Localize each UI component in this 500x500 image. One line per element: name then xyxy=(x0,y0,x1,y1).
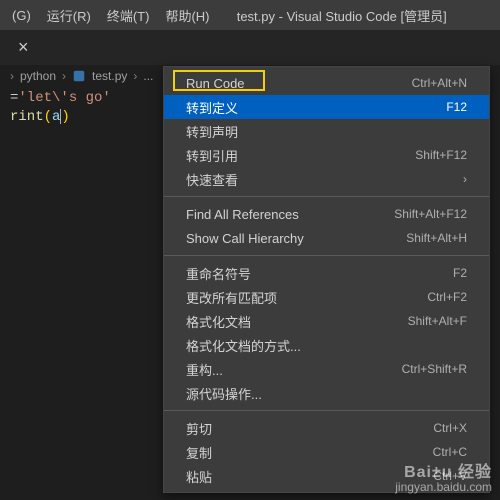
ctx-label: 快速查看 xyxy=(186,170,463,189)
ctx-source-action[interactable]: 源代码操作... xyxy=(164,381,489,405)
ctx-shortcut: Ctrl+C xyxy=(433,445,467,459)
tab-bar: × xyxy=(0,30,500,65)
ctx-goto-references[interactable]: 转到引用 Shift+F12 xyxy=(164,143,489,167)
ctx-shortcut: Shift+F12 xyxy=(415,148,467,162)
ctx-label: 复制 xyxy=(186,443,433,462)
ctx-peek[interactable]: 快速查看 › xyxy=(164,167,489,191)
watermark-url: jingyan.baidu.com xyxy=(395,480,492,494)
menu-item-run[interactable]: 运行(R) xyxy=(39,0,99,30)
ctx-label: 更改所有匹配项 xyxy=(186,288,427,307)
ctx-label: 重构... xyxy=(186,360,402,379)
ctx-copy[interactable]: 复制 Ctrl+C xyxy=(164,440,489,464)
chevron-right-icon: › xyxy=(463,172,467,186)
ctx-shortcut: Ctrl+X xyxy=(433,421,467,435)
ctx-refactor[interactable]: 重构... Ctrl+Shift+R xyxy=(164,357,489,381)
ctx-run-code[interactable]: Run Code Ctrl+Alt+N xyxy=(164,71,489,95)
ctx-label: Run Code xyxy=(186,76,412,91)
ctx-goto-declaration[interactable]: 转到声明 xyxy=(164,119,489,143)
ctx-label: 重命名符号 xyxy=(186,264,453,283)
breadcrumb-more: ... xyxy=(143,69,153,83)
ctx-shortcut: Ctrl+F2 xyxy=(427,290,467,304)
menu-item-terminal[interactable]: 终端(T) xyxy=(99,0,158,30)
chevron-icon: › xyxy=(62,69,66,83)
watermark-logo: Bai±u 经验 xyxy=(395,466,492,480)
breadcrumb-folder[interactable]: python xyxy=(20,69,56,83)
context-menu: Run Code Ctrl+Alt+N 转到定义 F12 转到声明 转到引用 S… xyxy=(163,66,490,493)
ctx-label: Find All References xyxy=(186,207,394,222)
chevron-icon: › xyxy=(133,69,137,83)
ctx-label: 格式化文档的方式... xyxy=(186,336,467,355)
ctx-label: 源代码操作... xyxy=(186,384,467,403)
ctx-shortcut: Ctrl+Shift+R xyxy=(402,362,467,376)
menu-item-g[interactable]: (G) xyxy=(4,0,39,30)
breadcrumb-file[interactable]: test.py xyxy=(92,69,127,83)
chevron-icon: › xyxy=(10,69,14,83)
ctx-change-all-occurrences[interactable]: 更改所有匹配项 Ctrl+F2 xyxy=(164,285,489,309)
ctx-label: 转到引用 xyxy=(186,146,415,165)
ctx-label: 剪切 xyxy=(186,419,433,438)
ctx-shortcut: Shift+Alt+H xyxy=(406,231,467,245)
ctx-label: 转到声明 xyxy=(186,122,467,141)
window-title: test.py - Visual Studio Code [管理员] xyxy=(217,6,496,25)
ctx-label: 格式化文档 xyxy=(186,312,408,331)
watermark: Bai±u 经验 jingyan.baidu.com xyxy=(395,466,492,494)
ctx-shortcut: Shift+Alt+F xyxy=(408,314,467,328)
separator xyxy=(164,410,489,411)
ctx-label: Show Call Hierarchy xyxy=(186,231,406,246)
close-icon[interactable]: × xyxy=(8,30,39,65)
separator xyxy=(164,196,489,197)
ctx-shortcut: F12 xyxy=(446,100,467,114)
ctx-call-hierarchy[interactable]: Show Call Hierarchy Shift+Alt+H xyxy=(164,226,489,250)
menu-item-help[interactable]: 帮助(H) xyxy=(157,0,217,30)
ctx-shortcut: Ctrl+Alt+N xyxy=(412,76,467,90)
separator xyxy=(164,255,489,256)
ctx-format-document[interactable]: 格式化文档 Shift+Alt+F xyxy=(164,309,489,333)
ctx-cut[interactable]: 剪切 Ctrl+X xyxy=(164,416,489,440)
ctx-format-document-with[interactable]: 格式化文档的方式... xyxy=(164,333,489,357)
ctx-shortcut: Shift+Alt+F12 xyxy=(394,207,467,221)
menubar: (G) 运行(R) 终端(T) 帮助(H) test.py - Visual S… xyxy=(0,0,500,30)
ctx-find-all-references[interactable]: Find All References Shift+Alt+F12 xyxy=(164,202,489,226)
ctx-goto-definition[interactable]: 转到定义 F12 xyxy=(164,95,489,119)
python-file-icon xyxy=(72,69,86,83)
ctx-shortcut: F2 xyxy=(453,266,467,280)
ctx-rename-symbol[interactable]: 重命名符号 F2 xyxy=(164,261,489,285)
ctx-label: 转到定义 xyxy=(186,98,446,117)
